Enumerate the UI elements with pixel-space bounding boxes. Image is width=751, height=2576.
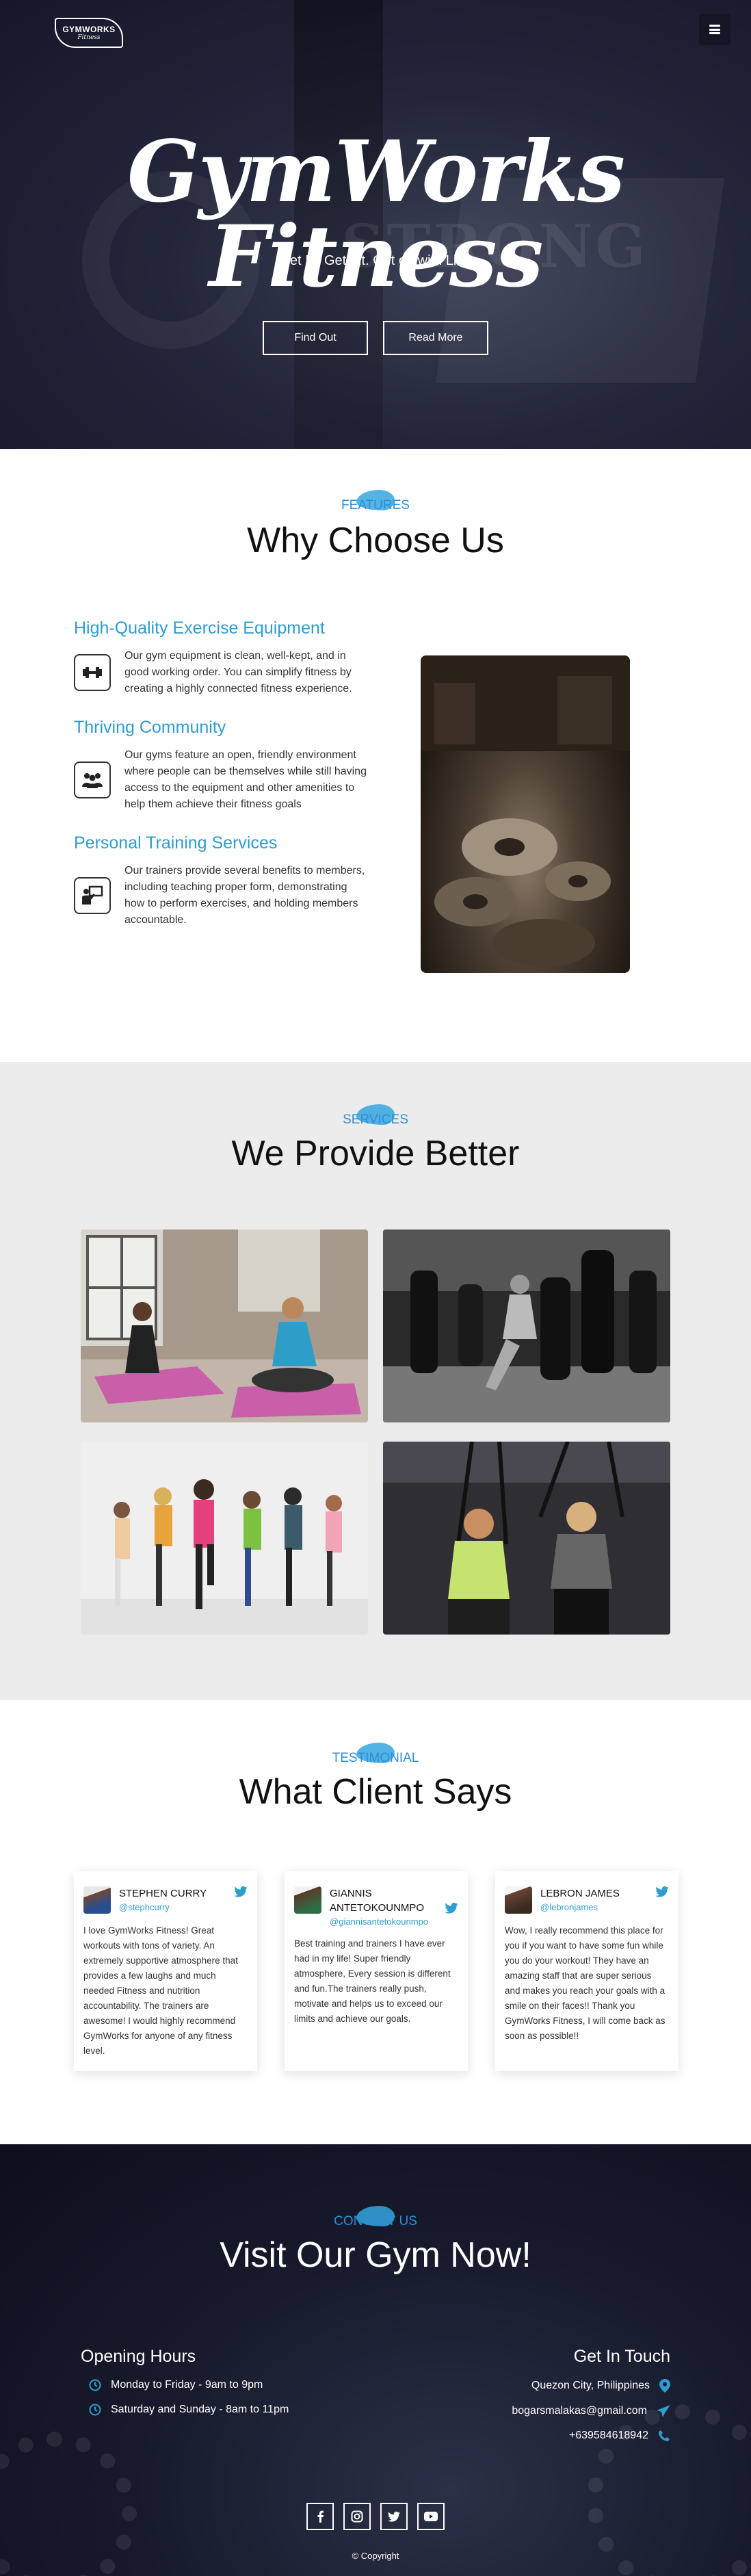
testimonial-card: GIANNIS ANTETOKOUNMPO @giannisantetokoun… [285, 1871, 468, 2071]
testimonial-text: Wow, I really recommend this place for y… [505, 1925, 666, 2041]
get-in-touch: Get In Touch Quezon City, Philippines bo… [512, 2347, 670, 2454]
client-handle[interactable]: @lebronjames [540, 1902, 620, 1912]
facebook-button[interactable] [306, 2503, 334, 2530]
location-pin-icon [659, 2379, 670, 2393]
opening-hours: Opening Hours Monday to Friday - 9am to … [81, 2347, 289, 2428]
features-tag: FEATURES [0, 490, 751, 513]
phone-row: +639584618942 [512, 2430, 670, 2442]
twitter-icon[interactable] [234, 1886, 248, 1897]
hours-text: Saturday and Sunday - 8am to 11pm [111, 2404, 289, 2415]
twitter-icon [388, 2511, 400, 2522]
twitter-button[interactable] [380, 2503, 408, 2530]
testimonial-card: LEBRON JAMES @lebronjames Wow, I really … [495, 1871, 678, 2071]
feature-text: Our gym equipment is clean, well-kept, a… [124, 650, 352, 694]
services-tag: SERVICES [0, 1104, 751, 1128]
hero-buttons: Find Out Read More [0, 321, 751, 355]
copyright-text: © Copyright [352, 2551, 399, 2561]
client-name: STEPHEN CURRY [119, 1888, 207, 1899]
feature-text: Our gyms feature an open, friendly envir… [124, 749, 367, 810]
testimonial-card: STEPHEN CURRY @stephcurry I love GymWork… [74, 1871, 257, 2071]
youtube-icon [424, 2512, 438, 2521]
get-in-touch-title: Get In Touch [573, 2347, 670, 2366]
testimonial-text: I love GymWorks Fitness! Great workouts … [83, 1925, 238, 2056]
client-name: LEBRON JAMES [540, 1888, 620, 1899]
trainer-board-icon [74, 877, 111, 914]
facebook-icon [317, 2510, 324, 2523]
services-section: SERVICES We Provide Better [0, 1062, 751, 1700]
phone-link[interactable]: +639584618942 [569, 2430, 648, 2442]
clock-icon [89, 2404, 101, 2416]
feature-title: High-Quality Exercise Equipment [74, 619, 325, 638]
avatar [505, 1886, 532, 1914]
people-group-icon [74, 762, 111, 798]
menu-button[interactable] [699, 14, 730, 45]
hero-title: GymWorks Fitness [127, 122, 625, 307]
hours-row: Saturday and Sunday - 8am to 11pm [81, 2404, 289, 2416]
gym-equipment-image [421, 655, 630, 973]
find-out-button[interactable]: Find Out [263, 321, 368, 355]
avatar [294, 1886, 321, 1914]
location-row: Quezon City, Philippines [512, 2379, 670, 2393]
feature-item: Thriving Community Our gyms feature an o… [74, 718, 368, 813]
opening-hours-title: Opening Hours [81, 2347, 196, 2366]
location-text: Quezon City, Philippines [531, 2380, 650, 2391]
feature-title: Personal Training Services [74, 833, 278, 853]
phone-icon [659, 2430, 670, 2441]
logo-subtext: Fitness [77, 34, 101, 41]
hamburger-menu-icon [709, 25, 720, 34]
testimonial-cards: STEPHEN CURRY @stephcurry I love GymWork… [74, 1871, 678, 2071]
email-link[interactable]: bogarsmalakas@gmail.com [512, 2405, 647, 2417]
contact-title: Visit Our Gym Now! [220, 2235, 531, 2275]
client-handle[interactable]: @giannisantetokounmpo [330, 1916, 436, 1927]
instagram-button[interactable] [343, 2503, 371, 2530]
hero-section: STRONG GYMWORKS Fitness GymWorks Fitness… [0, 0, 751, 449]
client-handle[interactable]: @stephcurry [119, 1902, 207, 1912]
email-row: bogarsmalakas@gmail.com [512, 2405, 670, 2417]
hero-subtitle: Get In. Get Fit. Get on with Life. [279, 253, 472, 268]
hours-row: Monday to Friday - 9am to 9pm [81, 2379, 289, 2391]
feature-list: High-Quality Exercise Equipment Our gym … [74, 619, 368, 949]
client-name: GIANNIS ANTETOKOUNMPO [330, 1888, 425, 1914]
testimonials-section: TESTIMONIAL What Client Says STEPHEN CUR… [0, 1700, 751, 2144]
services-gallery [81, 1230, 670, 1635]
youtube-button[interactable] [417, 2503, 445, 2530]
avatar [83, 1886, 111, 1914]
instagram-icon [351, 2510, 363, 2523]
services-title: We Provide Better [231, 1134, 520, 1173]
feature-title: Thriving Community [74, 718, 226, 737]
site-logo[interactable]: GYMWORKS Fitness [55, 18, 123, 48]
clock-icon [89, 2379, 101, 2391]
testimonials-title: What Client Says [239, 1772, 512, 1812]
features-title: Why Choose Us [247, 521, 504, 560]
suspension-training-image[interactable] [383, 1442, 670, 1635]
paper-plane-icon [657, 2405, 670, 2417]
boxing-bags-image[interactable] [383, 1230, 670, 1422]
contact-section: CONTACT US Visit Our Gym Now! Opening Ho… [0, 2144, 751, 2576]
twitter-icon[interactable] [445, 1903, 458, 1914]
hours-text: Monday to Friday - 9am to 9pm [111, 2379, 263, 2391]
logo-text: GYMWORKS [62, 25, 116, 34]
social-links [0, 2503, 751, 2530]
feature-text: Our trainers provide several benefits to… [124, 865, 365, 926]
twitter-icon[interactable] [655, 1886, 669, 1897]
dumbbell-icon [74, 654, 111, 691]
testimonial-tag: TESTIMONIAL [0, 1743, 751, 1766]
testimonial-text: Best training and trainers I have ever h… [294, 1938, 451, 2024]
aerobics-class-image[interactable] [81, 1442, 368, 1635]
feature-item: Personal Training Services Our trainers … [74, 833, 368, 928]
features-section: FEATURES Why Choose Us High-Quality Exer… [0, 449, 751, 1062]
read-more-button[interactable]: Read More [383, 321, 488, 355]
yoga-class-image[interactable] [81, 1230, 368, 1422]
feature-item: High-Quality Exercise Equipment Our gym … [74, 619, 368, 697]
contact-tag: CONTACT US [0, 2206, 751, 2229]
